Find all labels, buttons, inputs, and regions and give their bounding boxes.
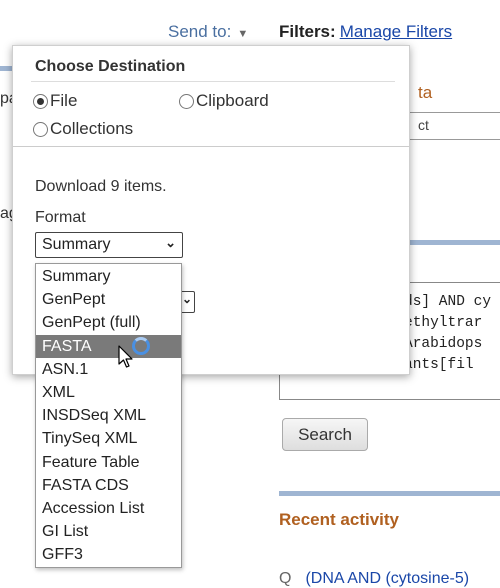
recent-activity-item[interactable]: Q (DNA AND (cytosine-5) [279,570,469,588]
format-option[interactable]: GenPept (full) [36,311,181,334]
radio-label: Collections [50,119,134,138]
send-to-label: Send to: [168,22,232,41]
chevron-down-icon: ⌄ [165,235,176,250]
format-option[interactable]: Feature Table [36,451,181,474]
format-option[interactable]: GenPept [36,288,181,311]
filters-bar: Filters: Manage Filters [279,22,452,42]
caret-down-icon: ▼ [237,28,249,40]
format-option[interactable]: INSDSeq XML [36,404,181,427]
radio-unselected-icon[interactable] [33,121,48,137]
loading-spinner-icon [132,337,150,355]
radio-unselected-icon[interactable] [179,93,194,109]
sort-select-chevron-icon[interactable]: ⌄ [181,291,195,313]
radio-label: File [50,91,78,110]
format-select-value: Summary [42,236,111,253]
format-option[interactable]: FASTA [36,334,181,358]
format-option[interactable]: TinySeq XML [36,427,181,450]
section-divider [279,491,500,496]
format-options-list[interactable]: Summary GenPept GenPept (full) FASTA ASN.1 XM… [35,263,182,568]
radio-selected-icon[interactable] [33,93,48,109]
destination-clipboard-radio[interactable]: Clipboard [179,91,269,111]
destination-collections-radio[interactable]: Collections [33,119,133,139]
mouse-pointer-icon [118,345,134,374]
format-select[interactable]: Summary ⌄ [35,232,183,258]
format-option[interactable]: Accession List [36,497,181,520]
query-text: ds] AND cy ethyltrar Arabidops ants[fil [404,292,491,376]
format-option[interactable]: FASTA CDS [36,474,181,497]
format-option[interactable]: GFF3 [36,543,181,566]
destination-file-radio[interactable]: File [33,91,77,111]
query-line: ants[fil [404,357,474,373]
divider [31,81,395,82]
search-button[interactable]: Search [282,418,368,451]
manage-filters-link[interactable]: Manage Filters [340,22,452,41]
panel-title: Choose Destination [35,58,186,75]
format-option[interactable]: Summary [36,265,181,288]
divider [13,146,409,147]
recent-activity-link[interactable]: (DNA AND (cytosine-5) [305,570,469,587]
send-to-menu[interactable]: Send to: ▼ [168,22,248,42]
format-option[interactable]: ASN.1 [36,358,181,381]
query-line: ds] AND cy [404,294,492,310]
radio-label: Clipboard [196,91,269,110]
background-select[interactable]: ct [405,112,500,140]
format-option[interactable]: GI List [36,520,181,543]
query-line: ethyltrar [404,315,483,331]
recent-activity-title: Recent activity [279,510,399,529]
query-line: Arabidops [404,336,483,352]
download-count-text: Download 9 items. [35,178,167,195]
search-icon: Q [279,570,292,587]
section-divider [405,240,500,245]
background-heading: ta [418,83,433,102]
filters-label: Filters: [279,22,336,41]
format-option[interactable]: XML [36,381,181,404]
format-label: Format [35,209,86,226]
